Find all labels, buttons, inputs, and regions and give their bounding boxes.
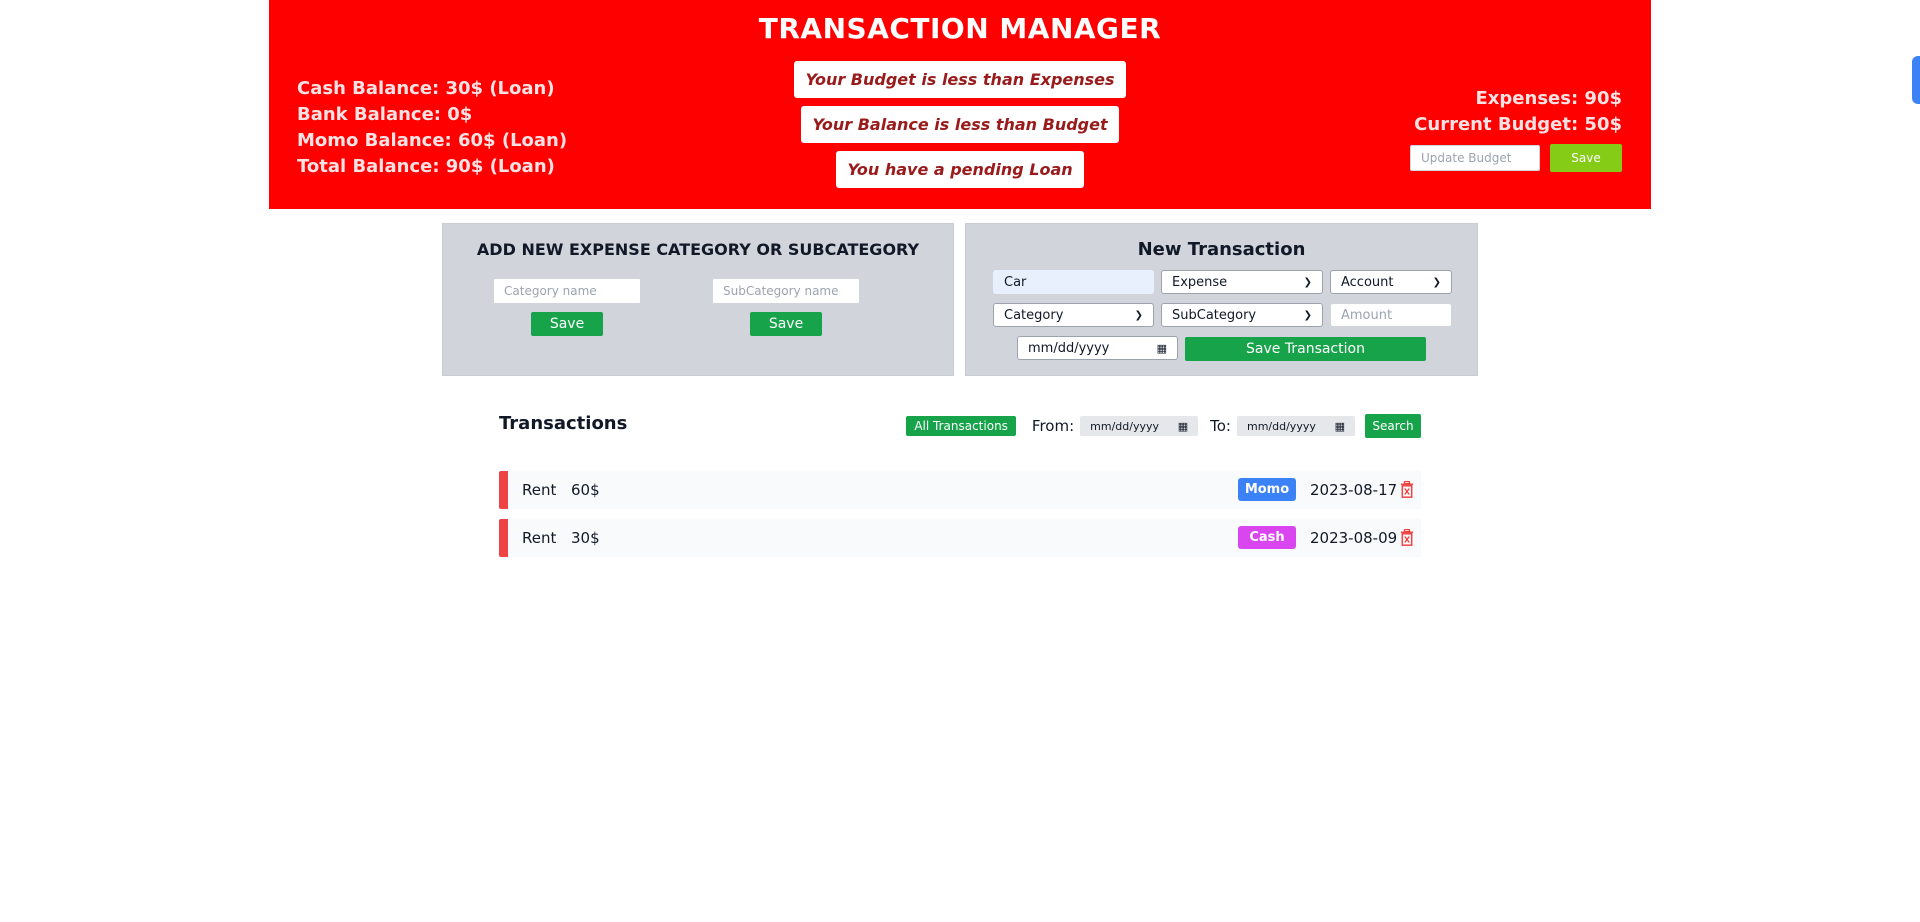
transactions-header: Transactions All Transactions From: mm/d… (499, 410, 1421, 450)
to-label: To: (1210, 417, 1231, 435)
transaction-category: Rent (522, 481, 557, 499)
transaction-date: 2023-08-17 (1310, 481, 1398, 499)
new-transaction-title: New Transaction (1137, 239, 1306, 260)
transaction-date: 2023-08-09 (1310, 529, 1398, 547)
calendar-icon[interactable]: ▦ (1157, 342, 1167, 355)
expenses-total: Expenses: 90$ (1475, 88, 1623, 109)
transaction-date-input[interactable]: mm/dd/yyyy ▦ (1017, 336, 1178, 360)
expense-indicator (499, 471, 508, 509)
category-select[interactable]: Category ❯ (993, 303, 1154, 327)
account-value: Account (1341, 274, 1394, 290)
transaction-type-select[interactable]: Expense ❯ (1161, 270, 1323, 294)
budget-update-row: Save (1410, 144, 1622, 172)
account-badge: Momo (1238, 478, 1296, 501)
to-date-placeholder: mm/dd/yyyy (1247, 419, 1316, 433)
current-budget: Current Budget: 50$ (1414, 114, 1622, 135)
update-budget-input[interactable] (1410, 145, 1540, 171)
category-save-button[interactable]: Save (531, 312, 603, 336)
subcategory-select[interactable]: SubCategory ❯ (1161, 303, 1323, 327)
account-select[interactable]: Account ❯ (1330, 270, 1452, 294)
chevron-down-icon: ❯ (1303, 276, 1312, 288)
account-badge: Cash (1238, 526, 1296, 549)
budget-panel: Expenses: 90$ Current Budget: 50$ Save (1410, 86, 1622, 172)
side-scroll-tab[interactable] (1912, 56, 1920, 104)
new-transaction-panel: New Transaction Car Expense ❯ Account ❯ … (965, 223, 1478, 376)
chevron-down-icon: ❯ (1134, 309, 1143, 321)
chevron-down-icon: ❯ (1432, 276, 1441, 288)
transaction-amount: 30$ (571, 529, 600, 547)
transactions-section: Transactions All Transactions From: mm/d… (499, 410, 1421, 567)
category-panel-title: ADD NEW EXPENSE CATEGORY OR SUBCATEGORY (476, 240, 920, 259)
budget-save-button[interactable]: Save (1550, 144, 1622, 172)
calendar-icon[interactable]: ▦ (1335, 420, 1345, 433)
transaction-name-input[interactable]: Car (993, 270, 1154, 294)
save-transaction-button[interactable]: Save Transaction (1185, 337, 1426, 361)
transaction-category: Rent (522, 529, 557, 547)
amount-placeholder: Amount (1341, 307, 1393, 323)
subcategory-save-button[interactable]: Save (750, 312, 822, 336)
all-transactions-button[interactable]: All Transactions (906, 416, 1016, 436)
from-date-placeholder: mm/dd/yyyy (1090, 419, 1159, 433)
subcategory-value: SubCategory (1172, 307, 1257, 323)
category-name-input[interactable] (493, 278, 641, 304)
transaction-date-placeholder: mm/dd/yyyy (1028, 340, 1110, 356)
category-panel: ADD NEW EXPENSE CATEGORY OR SUBCATEGORY … (442, 223, 954, 376)
transactions-title: Transactions (499, 413, 628, 434)
category-value: Category (1004, 307, 1064, 323)
calendar-icon[interactable]: ▦ (1178, 420, 1188, 433)
subcategory-column: Save (712, 278, 860, 336)
transaction-type-value: Expense (1172, 274, 1228, 290)
warning-budget-expenses: Your Budget is less than Expenses (794, 61, 1126, 98)
trash-icon[interactable] (1400, 529, 1414, 546)
transaction-amount: 60$ (571, 481, 600, 499)
search-button[interactable]: Search (1365, 414, 1421, 438)
expense-indicator (499, 519, 508, 557)
from-date-input[interactable]: mm/dd/yyyy ▦ (1080, 416, 1199, 436)
amount-input[interactable]: Amount (1330, 303, 1452, 327)
subcategory-name-input[interactable] (712, 278, 860, 304)
transaction-list: Rent 60$ Momo 2023-08-17 Rent 30$ Cash 2… (499, 471, 1421, 557)
trash-icon[interactable] (1400, 481, 1414, 498)
transaction-row: Rent 30$ Cash 2023-08-09 (499, 519, 1421, 557)
warning-pending-loan: You have a pending Loan (836, 151, 1084, 188)
category-column: Save (493, 278, 641, 336)
warning-balance-budget: Your Balance is less than Budget (801, 106, 1119, 143)
to-date-input[interactable]: mm/dd/yyyy ▦ (1237, 416, 1355, 436)
transaction-name-value: Car (1004, 274, 1027, 290)
from-label: From: (1031, 417, 1075, 435)
transaction-filters: All Transactions From: mm/dd/yyyy ▦ To: … (906, 414, 1421, 438)
app-title: TRANSACTION MANAGER (758, 12, 1162, 45)
chevron-down-icon: ❯ (1303, 309, 1312, 321)
top-header: TRANSACTION MANAGER Cash Balance: 30$ (L… (269, 0, 1651, 209)
transaction-row: Rent 60$ Momo 2023-08-17 (499, 471, 1421, 509)
